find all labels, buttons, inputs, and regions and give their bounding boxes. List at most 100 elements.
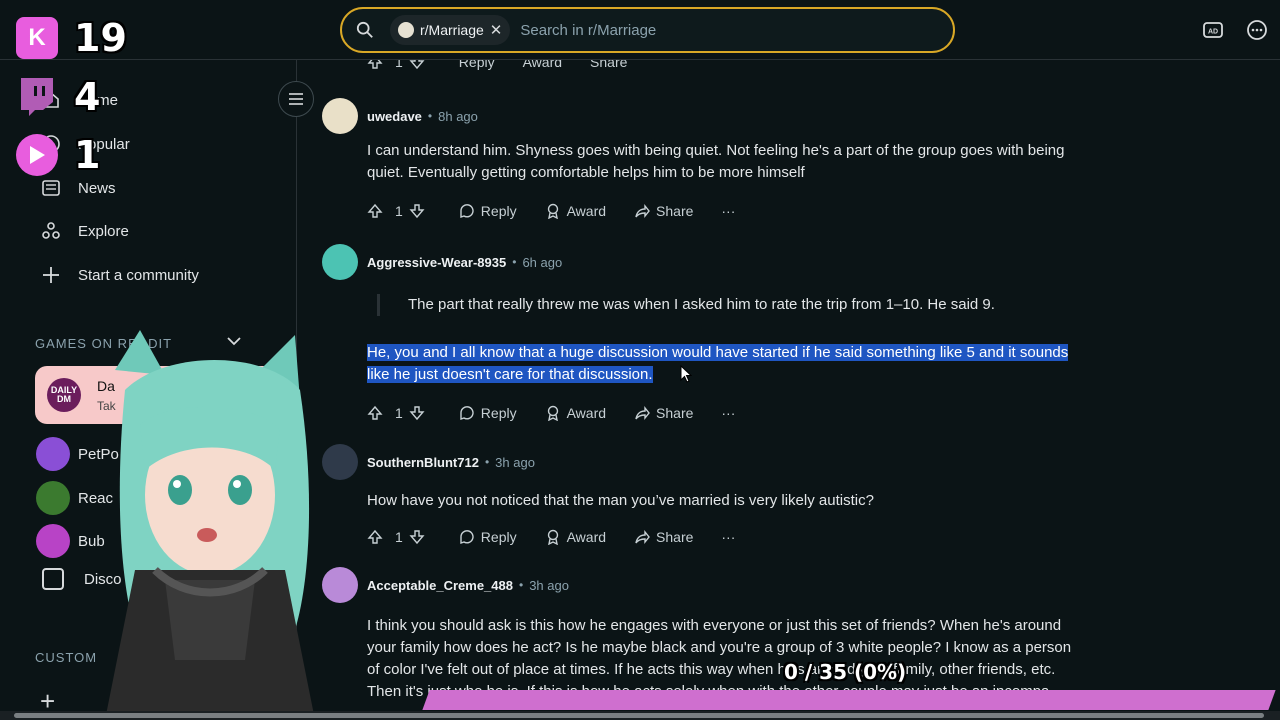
comment-actions: 1 Reply Award Share ··· [367,398,1082,428]
more-icon: ··· [721,405,736,421]
viewer-count: 1 [74,133,101,177]
search-input[interactable]: Search in r/Marriage [520,22,656,39]
avatar[interactable] [322,244,358,280]
advertise-icon[interactable]: AD [1202,19,1224,41]
award-icon [547,405,558,421]
upvote-icon[interactable] [367,405,383,421]
comment: Aggressive-Wear-8935 • 6h ago The part t… [322,244,1082,428]
more-options-button[interactable]: ··· [721,529,735,545]
play-viewer-counter: 1 [16,133,100,177]
reply-button[interactable]: Reply [459,405,517,421]
reply-button[interactable]: Reply [459,203,517,219]
vote-count: 1 [395,529,403,545]
more-options-button[interactable]: ··· [721,203,735,219]
award-label: Award [566,405,607,421]
upvote-icon[interactable] [367,60,383,70]
mouse-cursor-icon [680,365,692,383]
avatar[interactable] [322,98,358,134]
share-label: Share [656,203,694,219]
comment-time: 3h ago [529,577,569,593]
award-icon [547,529,558,545]
comment-time: 6h ago [522,254,563,270]
award-icon [547,203,558,219]
share-icon [635,204,650,218]
separator-dot: • [427,109,433,123]
award-button[interactable]: Award [523,60,562,70]
paw-icon [36,437,70,471]
comment-icon [460,406,474,420]
highlighted-text: He, you and I all know that a huge discu… [367,342,1082,386]
comment-icon [460,204,474,218]
downvote-icon[interactable] [409,529,425,545]
share-label: Share [656,405,694,421]
explore-icon [40,220,62,242]
separator-dot: • [512,255,517,269]
comment: SouthernBlunt712 • 3h ago How have you n… [322,444,1082,552]
downvote-icon[interactable] [409,203,425,219]
comment-body: How have you not noticed that the man yo… [367,492,874,509]
more-icon: ··· [721,203,736,219]
comment-username[interactable]: Acceptable_Creme_488 [367,578,513,593]
close-icon[interactable]: ✕ [490,21,503,39]
award-button[interactable]: Award [545,203,606,219]
award-label: Award [522,60,563,70]
chat-icon[interactable] [1246,19,1268,41]
share-button[interactable]: Share [634,529,693,545]
kick-viewer-counter: K 19 [16,16,127,60]
horizontal-scrollbar[interactable] [0,711,1280,720]
subreddit-chip[interactable]: r/Marriage ✕ [390,15,511,45]
comments-feed: 1 Reply Award Share uwedave • 8h ago I c… [297,60,1280,720]
vote-controls: 1 [367,405,431,421]
game-icon [36,481,70,515]
goal-progress-bar [422,690,1276,710]
comment-username[interactable]: uwedave [367,109,422,124]
share-button[interactable]: Share [634,405,693,421]
vote-controls: 1 [367,60,431,70]
reply-button[interactable]: Reply [459,529,517,545]
top-bar: r/Marriage ✕ Search in r/Marriage AD [0,0,1280,60]
comment-username[interactable]: SouthernBlunt712 [367,455,479,470]
subreddit-avatar [398,22,414,38]
bubble-icon [36,524,70,558]
downvote-icon[interactable] [409,60,425,70]
comment: uwedave • 8h ago I can understand him. S… [322,98,1082,226]
comment-username[interactable]: Aggressive-Wear-8935 [367,255,506,270]
subreddit-chip-label: r/Marriage [420,22,484,38]
search-icon [356,21,373,38]
reply-label: Reply [480,203,517,219]
downvote-icon[interactable] [409,405,425,421]
search-bar[interactable]: r/Marriage ✕ Search in r/Marriage [340,7,955,53]
news-icon [40,177,62,199]
vote-count: 1 [395,203,403,219]
comment-time: 8h ago [438,108,478,124]
vote-controls: 1 [367,529,431,545]
game-logo: DAILY DM [47,378,81,412]
plus-icon [40,264,62,286]
sidebar-item-label: News [78,179,116,197]
sidebar-item-start-community[interactable]: Start a community [40,264,199,286]
comment-actions: 1 Reply Award Share ··· [367,522,1082,552]
viewer-count: 4 [74,75,101,119]
vtuber-avatar [105,330,315,720]
more-options-button[interactable]: ··· [721,405,735,421]
award-label: Award [566,203,607,219]
share-button[interactable]: Share [634,203,693,219]
upvote-icon[interactable] [367,203,383,219]
custom-section-header: CUSTOM [35,650,98,665]
kick-logo-icon: K [16,17,58,59]
award-label: Award [566,529,607,545]
upvote-icon[interactable] [367,529,383,545]
controller-icon [42,568,64,590]
svg-text:AD: AD [1208,29,1218,36]
comment-body: I can understand him. Shyness goes with … [367,142,1065,181]
sidebar-item-label: Start a community [78,266,199,284]
sidebar-item-news[interactable]: News [40,177,116,199]
reply-button[interactable]: Reply [459,60,495,70]
share-icon [635,530,650,544]
sidebar-item-explore[interactable]: Explore [40,220,129,242]
share-button[interactable]: Share [590,60,627,70]
scrollbar-thumb[interactable] [14,713,1264,718]
award-button[interactable]: Award [545,405,606,421]
award-button[interactable]: Award [545,529,606,545]
share-label: Share [590,60,628,70]
